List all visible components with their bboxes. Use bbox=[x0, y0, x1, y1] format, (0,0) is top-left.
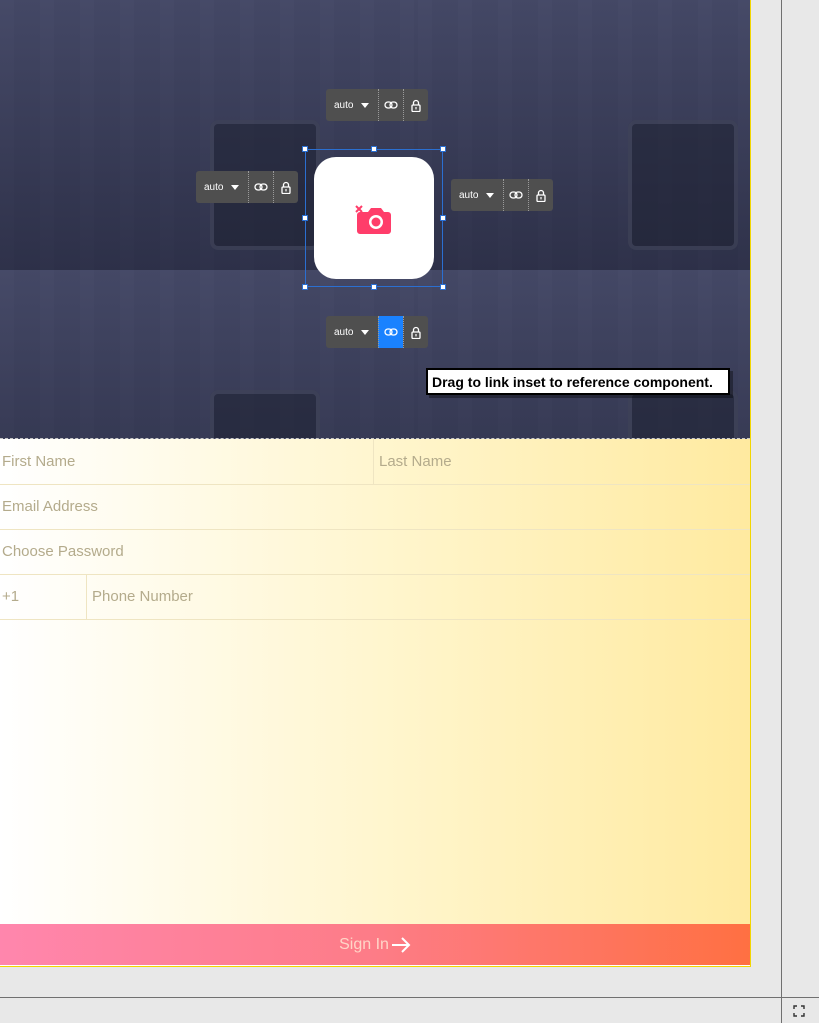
resize-handle[interactable] bbox=[371, 146, 377, 152]
resize-handle[interactable] bbox=[440, 284, 446, 290]
design-canvas: auto auto auto auto Drag to link inset t… bbox=[0, 0, 751, 967]
resize-handle[interactable] bbox=[371, 284, 377, 290]
email-row: Email Address bbox=[0, 484, 750, 530]
sign-in-button[interactable]: Sign In bbox=[0, 924, 750, 965]
caret-down-icon bbox=[486, 192, 495, 198]
sign-in-label: Sign In bbox=[339, 935, 389, 953]
link-inset-button-active[interactable] bbox=[378, 316, 403, 348]
expand-icon[interactable] bbox=[789, 1002, 809, 1020]
lock-icon bbox=[411, 326, 421, 339]
hero-tile bbox=[0, 270, 418, 438]
email-field[interactable]: Email Address bbox=[0, 484, 750, 529]
inset-control-bottom[interactable]: auto bbox=[326, 316, 428, 348]
link-icon bbox=[254, 183, 268, 191]
resize-handle[interactable] bbox=[302, 284, 308, 290]
inset-control-left[interactable]: auto bbox=[196, 171, 298, 203]
link-icon bbox=[509, 191, 523, 199]
resize-handle[interactable] bbox=[302, 215, 308, 221]
link-inset-button[interactable] bbox=[503, 179, 528, 211]
lock-button[interactable] bbox=[528, 179, 553, 211]
country-code-field[interactable]: +1 bbox=[0, 574, 87, 619]
inset-control-top[interactable]: auto bbox=[326, 89, 428, 121]
link-inset-button[interactable] bbox=[378, 89, 403, 121]
selection-outline bbox=[305, 149, 443, 287]
inset-dropdown-bottom[interactable]: auto bbox=[326, 316, 378, 348]
inset-value: auto bbox=[459, 189, 479, 201]
password-field[interactable]: Choose Password bbox=[0, 529, 750, 574]
last-name-field[interactable]: Last Name bbox=[374, 439, 750, 484]
panel-divider[interactable] bbox=[781, 0, 782, 1023]
first-name-field[interactable]: First Name bbox=[0, 439, 374, 484]
hero-image[interactable]: auto auto auto auto Drag to link inset t… bbox=[0, 0, 750, 439]
caret-down-icon bbox=[361, 329, 370, 335]
caret-down-icon bbox=[231, 184, 240, 190]
bottom-divider bbox=[0, 997, 819, 998]
resize-handle[interactable] bbox=[440, 215, 446, 221]
hero-tile bbox=[418, 270, 750, 438]
lock-icon bbox=[536, 189, 546, 202]
lock-icon bbox=[411, 99, 421, 112]
phone-row: +1 Phone Number bbox=[0, 574, 750, 620]
caret-down-icon bbox=[361, 102, 370, 108]
hero-tile bbox=[418, 0, 750, 270]
inset-dropdown-top[interactable]: auto bbox=[326, 89, 378, 121]
lock-button[interactable] bbox=[403, 89, 428, 121]
link-icon bbox=[384, 101, 398, 109]
phone-field[interactable]: Phone Number bbox=[87, 574, 750, 619]
inset-dropdown-left[interactable]: auto bbox=[196, 171, 248, 203]
link-inset-button[interactable] bbox=[248, 171, 273, 203]
link-icon bbox=[384, 328, 398, 336]
inset-value: auto bbox=[334, 99, 354, 111]
signup-form: First Name Last Name Email Address Choos… bbox=[0, 439, 750, 925]
lock-button[interactable] bbox=[273, 171, 298, 203]
inset-control-right[interactable]: auto bbox=[451, 179, 553, 211]
lock-button[interactable] bbox=[403, 316, 428, 348]
inset-value: auto bbox=[204, 181, 224, 193]
lock-icon bbox=[281, 181, 291, 194]
resize-handle[interactable] bbox=[440, 146, 446, 152]
resize-handle[interactable] bbox=[302, 146, 308, 152]
name-row: First Name Last Name bbox=[0, 439, 750, 485]
tooltip: Drag to link inset to reference componen… bbox=[426, 368, 730, 395]
inset-dropdown-right[interactable]: auto bbox=[451, 179, 503, 211]
arrow-right-icon bbox=[391, 936, 411, 953]
inset-value: auto bbox=[334, 326, 354, 338]
password-row: Choose Password bbox=[0, 529, 750, 575]
